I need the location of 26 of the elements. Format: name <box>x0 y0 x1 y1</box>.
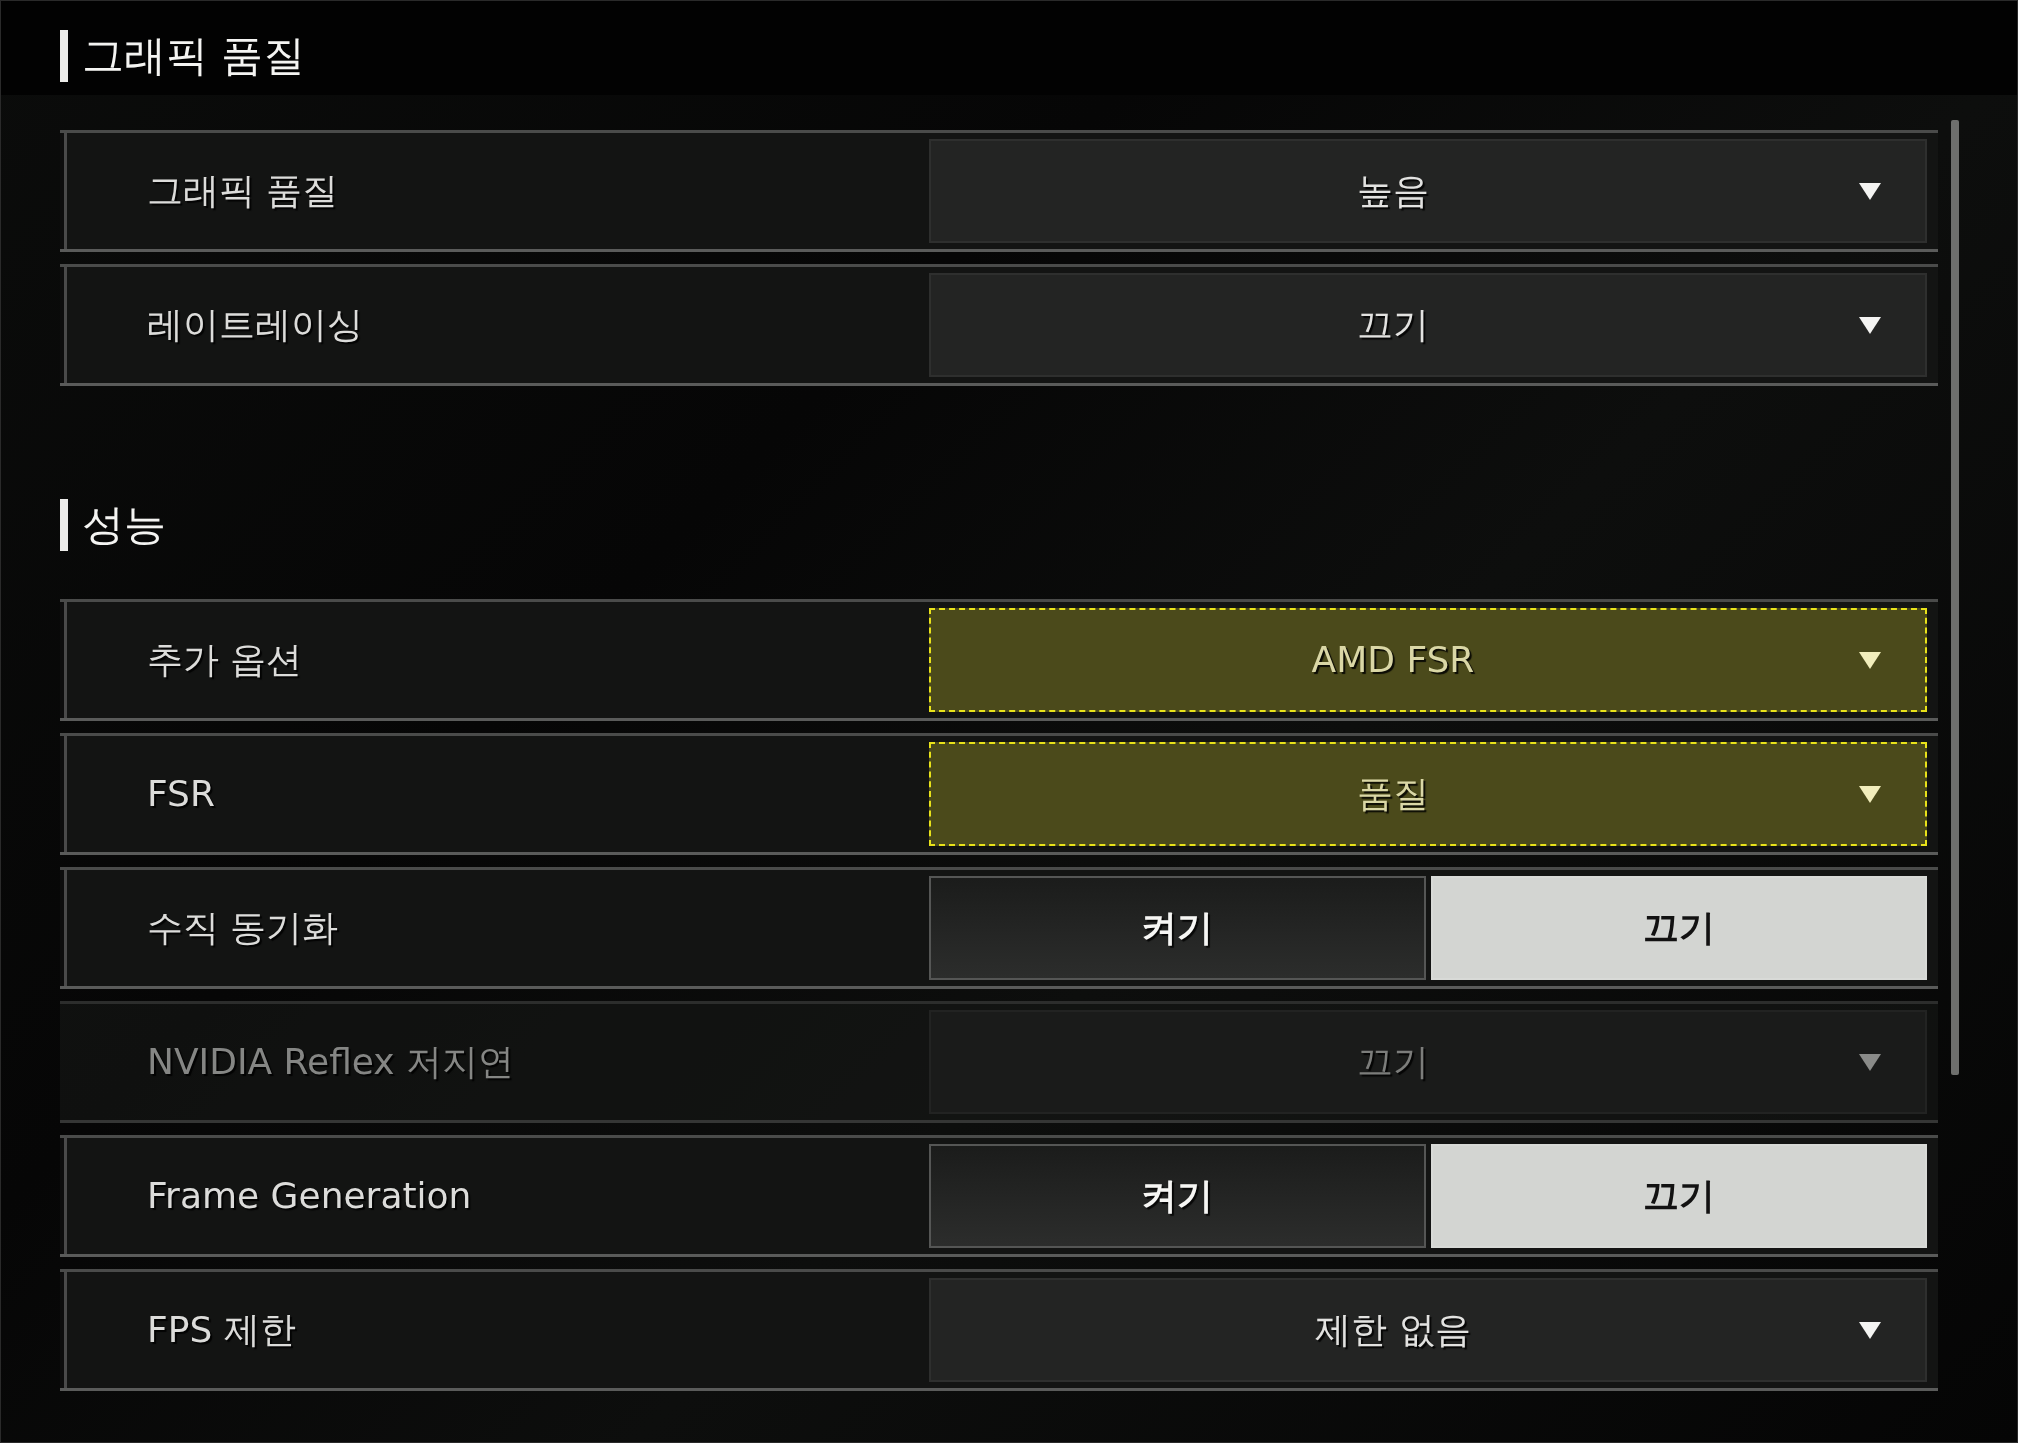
setting-label: 그래픽 품질 <box>147 169 340 213</box>
dropdown[interactable]: 높음 <box>929 139 1927 243</box>
caret-icon <box>1859 1321 1881 1339</box>
setting-label: 레이트레이싱 <box>147 303 364 347</box>
setting-label: Frame Generation <box>147 1174 473 1218</box>
dropdown[interactable]: 품질 <box>929 742 1927 846</box>
setting-label: 수직 동기화 <box>147 906 340 950</box>
dropdown[interactable]: 제한 없음 <box>929 1278 1927 1382</box>
caret-icon <box>1859 785 1881 803</box>
setting-label: FSR <box>147 772 216 816</box>
toggle-option[interactable]: 끄기 <box>1430 1144 1927 1248</box>
setting-label: NVIDIA Reflex 저지연 <box>147 1040 516 1084</box>
caret-icon <box>1859 1053 1881 1071</box>
dropdown[interactable]: 끄기 <box>929 273 1927 377</box>
toggle-option[interactable]: 끄기 <box>1430 876 1927 980</box>
scrollbar-thumb[interactable] <box>1951 120 1959 1075</box>
setting-label: FPS 제한 <box>147 1308 297 1352</box>
section-heading: 성능 <box>60 499 166 551</box>
section-heading: 그래픽 품질 <box>60 30 306 82</box>
dropdown[interactable]: AMD FSR <box>929 608 1927 712</box>
toggle-option[interactable]: 켜기 <box>929 876 1426 980</box>
caret-icon <box>1859 316 1881 334</box>
toggle-option[interactable]: 켜기 <box>929 1144 1426 1248</box>
caret-icon <box>1859 182 1881 200</box>
setting-label: 추가 옵션 <box>147 638 304 682</box>
caret-icon <box>1859 651 1881 669</box>
